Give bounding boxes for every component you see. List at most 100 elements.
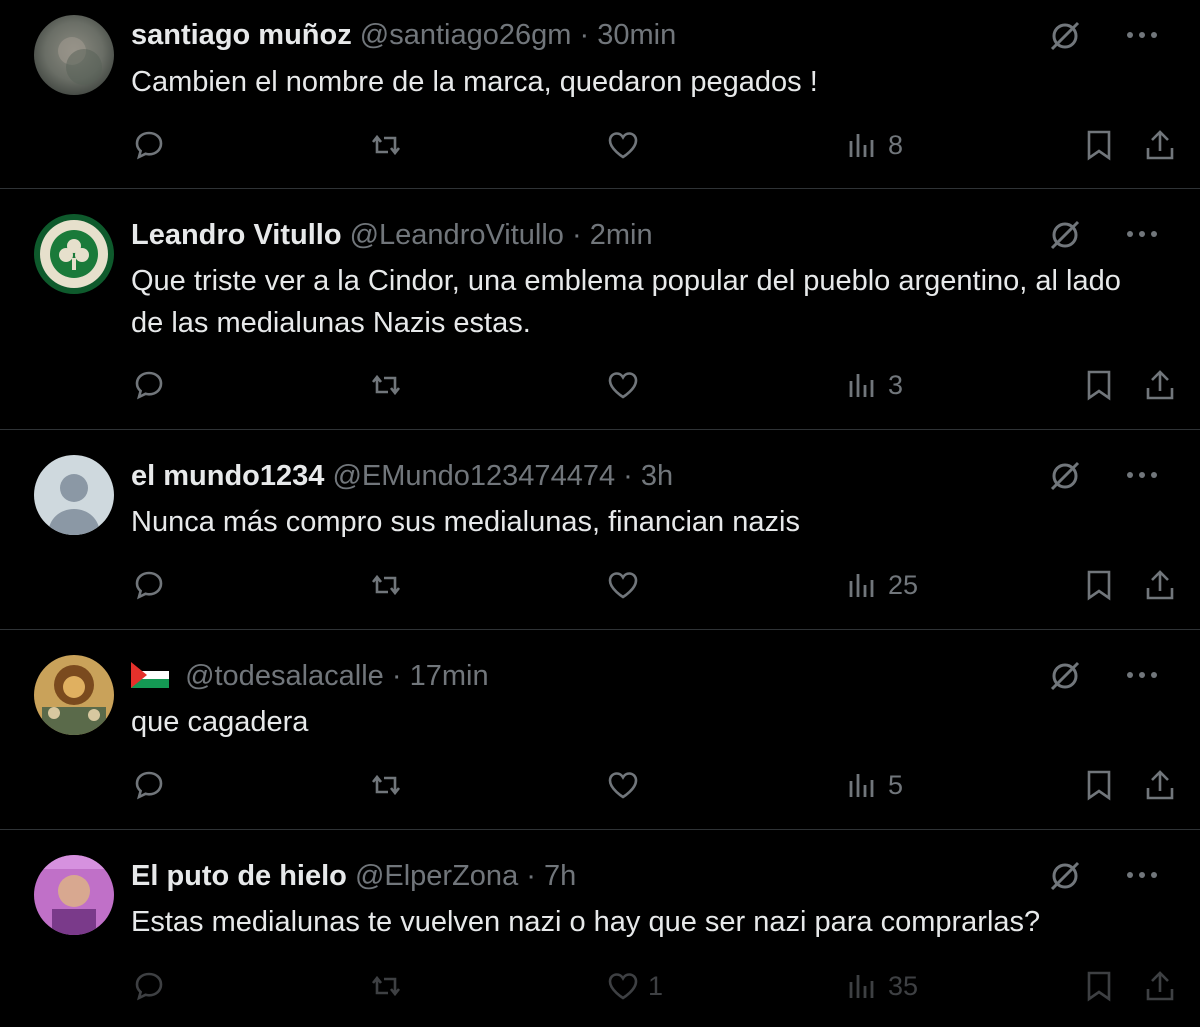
more-options-icon[interactable] [1120, 857, 1164, 893]
author-handle[interactable]: @LeandroVitullo [350, 219, 564, 251]
tweet-header: El puto de hielo @ElperZona · 7h [131, 858, 576, 894]
reply-button[interactable] [132, 763, 166, 807]
tweet-text: Nunca más compro sus medialunas, financi… [131, 506, 800, 538]
bookmark-icon [1087, 130, 1111, 161]
heart-icon [608, 973, 638, 1000]
timestamp[interactable]: 17min [410, 660, 489, 692]
more-options-icon[interactable] [1120, 17, 1164, 53]
bookmark-button[interactable] [1082, 563, 1116, 607]
share-button[interactable] [1143, 123, 1177, 167]
bookmark-button[interactable] [1082, 123, 1116, 167]
reply-button[interactable] [132, 964, 166, 1008]
share-button[interactable] [1143, 964, 1177, 1008]
view-count: 8 [888, 129, 904, 160]
view-count: 3 [888, 369, 904, 400]
bookmark-button[interactable] [1082, 363, 1116, 407]
separator-dot: · [572, 219, 582, 251]
views-button[interactable]: 8 [846, 123, 903, 167]
views-button[interactable]: 5 [846, 763, 903, 807]
bookmark-icon [1087, 370, 1111, 401]
timestamp[interactable]: 30min [597, 19, 676, 51]
avatar[interactable] [34, 455, 114, 535]
views-icon [849, 774, 874, 797]
tweet-text: que cagadera [131, 706, 309, 738]
reply-icon [135, 771, 163, 800]
grok-icon[interactable] [1048, 19, 1082, 53]
tweet[interactable]: El puto de hielo @ElperZona · 7h Estas m… [0, 830, 1200, 1027]
author-name[interactable]: El puto de hielo [131, 860, 347, 892]
reply-button[interactable] [132, 123, 166, 167]
tweet-actions: 1 35 [0, 964, 1200, 1008]
tweet-header: @todesalacalle · 17min [131, 658, 489, 697]
retweet-icon [371, 975, 401, 997]
grok-icon[interactable] [1048, 859, 1082, 893]
retweet-button[interactable] [369, 123, 403, 167]
tweet-actions: 8 [0, 123, 1200, 167]
retweet-icon [371, 374, 401, 396]
grok-icon[interactable] [1048, 659, 1082, 693]
separator-dot: · [623, 460, 633, 492]
like-button[interactable] [606, 363, 648, 407]
author-handle[interactable]: @EMundo123474474 [332, 460, 615, 492]
bookmark-icon [1087, 570, 1111, 601]
heart-icon [608, 132, 638, 159]
like-button[interactable] [606, 763, 648, 807]
tweet-header: Leandro Vitullo @LeandroVitullo · 2min [131, 217, 653, 253]
retweet-button[interactable] [369, 563, 403, 607]
grok-icon[interactable] [1048, 218, 1082, 252]
reply-icon [135, 571, 163, 600]
tweet[interactable]: Leandro Vitullo @LeandroVitullo · 2min Q… [0, 189, 1200, 430]
bookmark-button[interactable] [1082, 964, 1116, 1008]
bookmark-icon [1087, 770, 1111, 801]
views-button[interactable]: 35 [846, 964, 918, 1008]
author-handle[interactable]: @santiago26gm [360, 19, 572, 51]
tweet-text: Cambien el nombre de la marca, quedaron … [131, 66, 818, 98]
timestamp[interactable]: 7h [544, 860, 576, 892]
author-handle[interactable]: @ElperZona [355, 860, 518, 892]
heart-icon [608, 772, 638, 799]
avatar[interactable] [34, 214, 114, 294]
avatar[interactable] [34, 655, 114, 735]
like-button[interactable] [606, 563, 648, 607]
share-button[interactable] [1143, 763, 1177, 807]
reply-button[interactable] [132, 363, 166, 407]
retweet-button[interactable] [369, 363, 403, 407]
tweet-header: el mundo1234 @EMundo123474474 · 3h [131, 458, 673, 494]
author-name[interactable]: el mundo1234 [131, 460, 324, 492]
timestamp[interactable]: 3h [641, 460, 673, 492]
timestamp[interactable]: 2min [590, 219, 653, 251]
grok-icon[interactable] [1048, 459, 1082, 493]
retweet-icon [371, 134, 401, 156]
views-icon [849, 134, 874, 157]
tweet-header: santiago muñoz @santiago26gm · 30min [131, 17, 676, 53]
retweet-button[interactable] [369, 763, 403, 807]
share-button[interactable] [1143, 363, 1177, 407]
more-options-icon[interactable] [1120, 216, 1164, 252]
share-icon [1146, 370, 1174, 400]
tweet[interactable]: el mundo1234 @EMundo123474474 · 3h Nunca… [0, 430, 1200, 630]
share-icon [1146, 971, 1174, 1001]
more-options-icon[interactable] [1120, 457, 1164, 493]
author-handle[interactable]: @todesalacalle [185, 660, 384, 692]
author-name[interactable]: Leandro Vitullo [131, 219, 342, 251]
views-button[interactable]: 3 [846, 363, 903, 407]
views-icon [849, 374, 874, 397]
author-name[interactable]: santiago muñoz [131, 19, 352, 51]
tweet[interactable]: santiago muñoz @santiago26gm · 30min Cam… [0, 0, 1200, 189]
palestine-flag-icon [131, 661, 169, 697]
tweet-actions: 5 [0, 763, 1200, 807]
share-button[interactable] [1143, 563, 1177, 607]
reply-button[interactable] [132, 563, 166, 607]
retweet-button[interactable] [369, 964, 403, 1008]
views-button[interactable]: 25 [846, 563, 918, 607]
bookmark-button[interactable] [1082, 763, 1116, 807]
like-button[interactable] [606, 123, 648, 167]
more-options-icon[interactable] [1120, 657, 1164, 693]
reply-icon [135, 371, 163, 400]
like-button[interactable]: 1 [606, 964, 663, 1008]
tweet[interactable]: @todesalacalle · 17min que cagadera 5 [0, 630, 1200, 830]
tweet-actions: 25 [0, 563, 1200, 607]
avatar[interactable] [34, 15, 114, 95]
share-icon [1146, 130, 1174, 160]
avatar[interactable] [34, 855, 114, 935]
